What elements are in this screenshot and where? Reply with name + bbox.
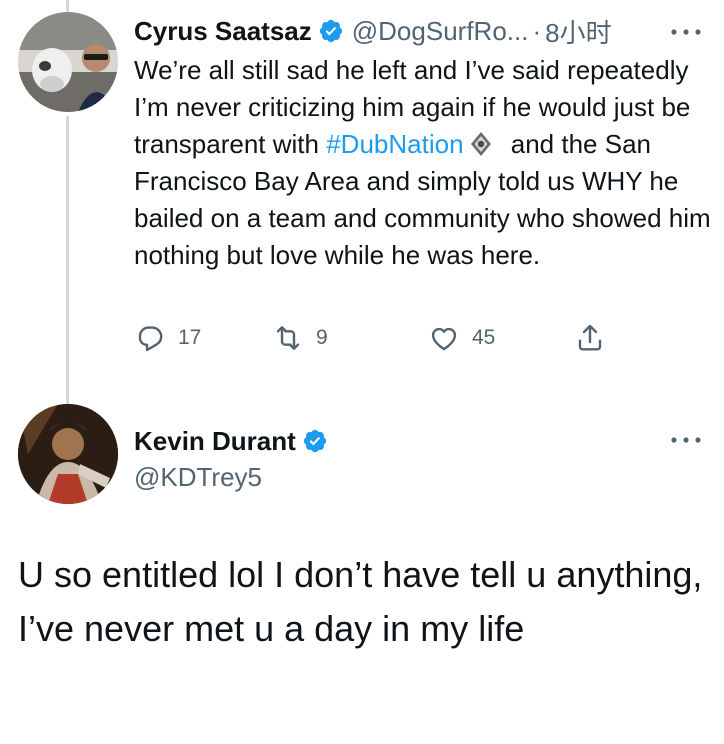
thread-connector <box>66 116 69 406</box>
tweet-header: Kevin Durant <box>134 424 328 458</box>
hashtag-link[interactable]: #DubNation <box>326 129 463 159</box>
reply-icon <box>138 326 163 352</box>
avatar[interactable] <box>18 12 118 112</box>
share-button[interactable] <box>574 322 606 354</box>
retweet-icon <box>276 326 300 350</box>
more-options-icon[interactable] <box>666 26 706 38</box>
author-handle[interactable]: @KDTrey5 <box>134 462 262 493</box>
author-name[interactable]: Kevin Durant <box>134 426 296 457</box>
tweet-header: Cyrus Saatsaz @DogSurfRo... · 8小时 <box>134 14 612 48</box>
retweet-count: 9 <box>316 326 328 349</box>
author-name[interactable]: Cyrus Saatsaz <box>134 16 312 47</box>
retweet-button[interactable]: 9 <box>272 322 328 354</box>
tweet-actions: 17 9 45 <box>134 322 634 358</box>
warriors-hashflag-icon <box>470 132 491 156</box>
verified-badge-icon <box>319 19 342 43</box>
more-options-icon[interactable] <box>666 434 706 446</box>
avatar[interactable] <box>18 404 118 504</box>
avatar-photo-icon <box>18 404 118 504</box>
separator-dot: · <box>532 15 542 46</box>
like-count: 45 <box>472 326 496 349</box>
heart-icon <box>431 327 457 351</box>
avatar-photo-icon <box>18 12 118 112</box>
verified-badge-icon <box>303 429 326 453</box>
like-button[interactable]: 45 <box>428 322 495 354</box>
author-handle[interactable]: @DogSurfRo... <box>352 16 529 47</box>
share-icon <box>578 324 602 351</box>
tweet-text: U so entitled lol I don’t have tell u an… <box>18 554 703 649</box>
reply-button[interactable]: 17 <box>134 322 201 354</box>
tweet-text: We’re all still sad he left and I’ve sai… <box>134 52 714 274</box>
reply-count: 17 <box>178 326 202 349</box>
tweet-timestamp[interactable]: 8小时 <box>545 13 611 50</box>
